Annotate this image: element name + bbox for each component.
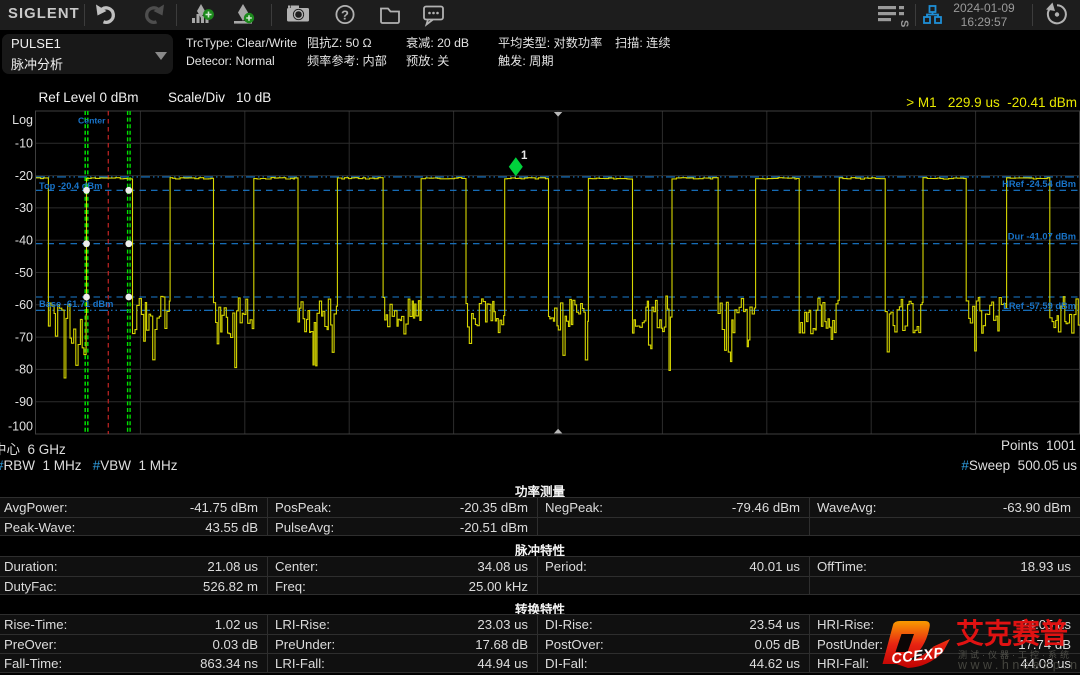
svg-text:Top -20.4 dBm: Top -20.4 dBm <box>39 181 102 191</box>
svg-text:-60: -60 <box>15 298 33 312</box>
svg-text:Center: Center <box>78 116 106 126</box>
svg-text:Dur -41.07 dBm: Dur -41.07 dBm <box>1008 232 1076 242</box>
svg-text:-20: -20 <box>15 169 33 183</box>
svg-text:-70: -70 <box>15 330 33 344</box>
svg-text:-90: -90 <box>15 395 33 409</box>
svg-text:-100: -100 <box>8 419 33 433</box>
svg-text:S: S <box>898 20 910 27</box>
svg-text:-10: -10 <box>15 137 33 151</box>
svg-text:-40: -40 <box>15 234 33 248</box>
svg-text:LRef -57.59 dBm: LRef -57.59 dBm <box>1003 301 1076 311</box>
svg-text:-80: -80 <box>15 363 33 377</box>
svg-text:艾克赛普: 艾克赛普 <box>956 617 1068 649</box>
svg-text:www.hncexp.net: www.hncexp.net <box>957 658 1080 672</box>
svg-text:?: ? <box>341 8 349 23</box>
svg-text:-50: -50 <box>15 266 33 280</box>
svg-text:1: 1 <box>521 150 528 162</box>
svg-text:Base -61.71 dBm: Base -61.71 dBm <box>39 299 113 309</box>
svg-text:-30: -30 <box>15 201 33 215</box>
svg-text:Log: Log <box>12 113 33 127</box>
svg-text:HRef -24.54 dBm: HRef -24.54 dBm <box>1002 179 1076 189</box>
